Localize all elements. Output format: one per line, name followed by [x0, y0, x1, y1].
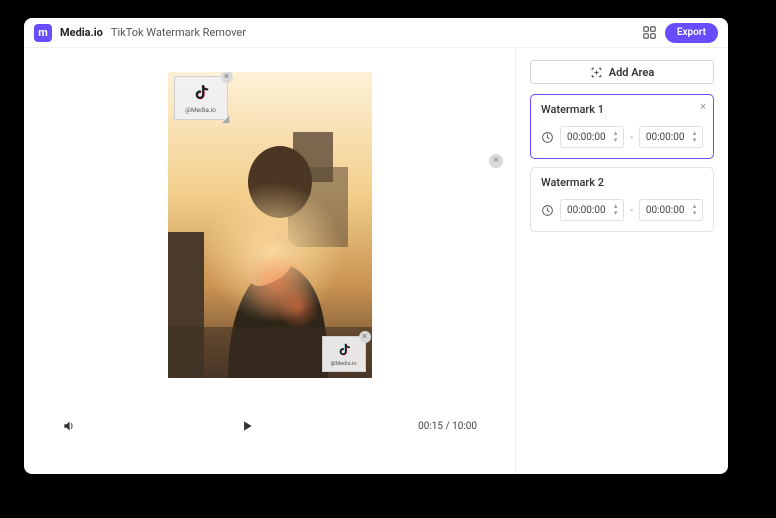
brand-logo: m: [34, 24, 52, 42]
start-time-input[interactable]: 00:00:00▴▾: [560, 126, 624, 148]
player-controls: 00:15 / 10:00: [24, 414, 515, 438]
start-time-input[interactable]: 00:00:00▴▾: [560, 199, 624, 221]
watermark-region-2[interactable]: × @Media.io: [322, 336, 366, 372]
header-bar: m Media.io TikTok Watermark Remover Expo…: [24, 18, 728, 48]
watermark-region-1[interactable]: × @Media.io ◢: [174, 76, 228, 120]
watermark-region-2-close-icon[interactable]: ×: [359, 331, 371, 343]
add-area-button[interactable]: Add Area: [530, 60, 714, 84]
watermark-card-title: Watermark 2: [541, 176, 703, 189]
stepper-down-icon[interactable]: ▾: [689, 210, 700, 217]
add-selection-icon: [590, 66, 603, 79]
end-time-input[interactable]: 00:00:00▴▾: [639, 199, 703, 221]
add-area-label: Add Area: [609, 66, 655, 79]
time-range-row: 00:00:00▴▾-00:00:00▴▾: [541, 199, 703, 221]
apps-grid-icon[interactable]: [643, 26, 657, 40]
clock-icon: [541, 131, 554, 144]
watermark-card-close-icon[interactable]: ×: [700, 101, 706, 112]
play-button-icon[interactable]: [240, 419, 254, 433]
time-range-row: 00:00:00▴▾-00:00:00▴▾: [541, 126, 703, 148]
volume-icon[interactable]: [62, 419, 76, 433]
time-display: 00:15 / 10:00: [418, 421, 477, 432]
app-window: m Media.io TikTok Watermark Remover Expo…: [24, 18, 728, 474]
page-title: TikTok Watermark Remover: [111, 26, 246, 39]
stepper-down-icon[interactable]: ▾: [610, 137, 621, 144]
video-frame[interactable]: × @Media.io ◢ ×: [168, 72, 372, 378]
brand-name: Media.io: [60, 26, 103, 39]
stepper-down-icon[interactable]: ▾: [610, 210, 621, 217]
watermark-card-title: Watermark 1: [541, 103, 703, 116]
tiktok-icon: [190, 83, 212, 105]
main-body: × @Media.io ◢ ×: [24, 48, 728, 474]
watermark-list: ×Watermark 100:00:00▴▾-00:00:00▴▾Waterma…: [530, 94, 714, 240]
side-panel: Add Area ×Watermark 100:00:00▴▾-00:00:00…: [516, 48, 728, 474]
video-preview: × @Media.io ◢ ×: [168, 72, 372, 378]
end-time-input[interactable]: 00:00:00▴▾: [639, 126, 703, 148]
clock-icon: [541, 204, 554, 217]
watermark-2-tag: @Media.io: [330, 361, 356, 367]
tiktok-icon: [335, 342, 353, 360]
watermark-card-2[interactable]: Watermark 2 00:00:00▴▾-00:00:00▴▾: [530, 167, 714, 232]
watermark-1-tag: @Media.io: [185, 106, 216, 114]
stepper-down-icon[interactable]: ▾: [689, 137, 700, 144]
time-range-dash: -: [630, 205, 633, 216]
time-range-dash: -: [630, 132, 633, 143]
clear-preview-icon[interactable]: ×: [489, 154, 503, 168]
watermark-card-1[interactable]: ×Watermark 1 00:00:00▴▾-00:00:00▴▾: [530, 94, 714, 159]
resize-handle-icon[interactable]: ◢: [222, 114, 230, 125]
preview-panel: × @Media.io ◢ ×: [24, 48, 516, 474]
export-button[interactable]: Export: [665, 23, 718, 43]
